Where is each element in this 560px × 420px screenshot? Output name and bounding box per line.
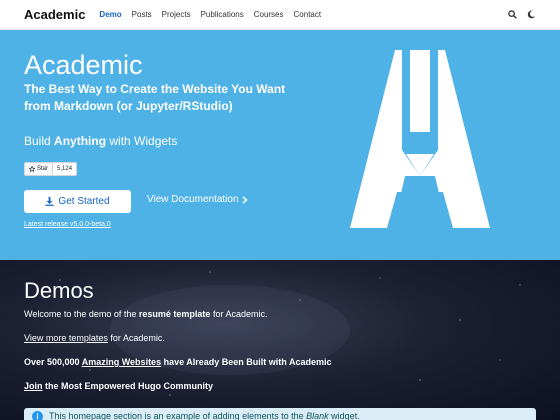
demos-title: Demos bbox=[24, 278, 94, 303]
demos-line-templates: View more templates for Academic. bbox=[24, 333, 165, 343]
nav-link-demo[interactable]: Demo bbox=[99, 10, 121, 19]
view-documentation-link[interactable]: View Documentation bbox=[147, 194, 248, 205]
alert-emphasis: Blank bbox=[306, 411, 329, 420]
join-link[interactable]: Join bbox=[24, 381, 43, 391]
hero-section: Academic The Best Way to Create the Webs… bbox=[0, 30, 560, 260]
github-star-button[interactable]: Star 5,124 bbox=[24, 162, 78, 176]
info-icon: i bbox=[32, 411, 43, 420]
info-alert: i This homepage section is an example of… bbox=[24, 408, 536, 420]
demos-line-welcome: Welcome to the demo of the resumé templa… bbox=[24, 309, 267, 319]
hero-subtitle: Build Anything with Widgets bbox=[24, 134, 177, 148]
websites-prefix: Over 500,000 bbox=[24, 357, 82, 367]
demos-section: Demos Welcome to the demo of the resumé … bbox=[0, 260, 560, 420]
welcome-prefix: Welcome to the demo of the bbox=[24, 309, 139, 319]
navbar: Academic Demo Posts Projects Publication… bbox=[0, 0, 560, 30]
welcome-suffix: for Academic. bbox=[210, 309, 268, 319]
hero-lead: The Best Way to Create the Website You W… bbox=[24, 82, 286, 113]
nav-link-contact[interactable]: Contact bbox=[294, 10, 322, 19]
demos-line-websites: Over 500,000 Amazing Websites have Alrea… bbox=[24, 357, 331, 367]
star-icon bbox=[29, 166, 35, 172]
brand-logo[interactable]: Academic bbox=[24, 7, 85, 22]
alert-prefix: This homepage section is an example of a… bbox=[49, 411, 307, 420]
hero-subtitle-suffix: with Widgets bbox=[106, 134, 178, 148]
github-star-label: Star bbox=[37, 166, 49, 172]
websites-suffix: have Already Been Built with Academic bbox=[161, 357, 332, 367]
chevron-right-icon bbox=[242, 195, 248, 204]
welcome-bold: resumé template bbox=[138, 309, 211, 319]
hero-subtitle-prefix: Build bbox=[24, 134, 55, 148]
download-icon bbox=[45, 197, 54, 206]
get-started-label: Get Started bbox=[58, 196, 110, 207]
hero-subtitle-bold: Anything bbox=[54, 134, 107, 148]
demos-line-community: Join the Most Empowered Hugo Community bbox=[24, 381, 213, 391]
amazing-websites-link[interactable]: Amazing Websites bbox=[82, 357, 161, 367]
nav-link-projects[interactable]: Projects bbox=[162, 10, 191, 19]
community-suffix: the Most Empowered Hugo Community bbox=[42, 381, 214, 391]
github-star-count[interactable]: 5,124 bbox=[53, 162, 78, 176]
alert-text: This homepage section is an example of a… bbox=[49, 411, 360, 420]
view-more-templates-link[interactable]: View more templates bbox=[24, 333, 108, 343]
academic-logo bbox=[350, 50, 490, 228]
nav-link-posts[interactable]: Posts bbox=[132, 10, 152, 19]
nav-links: Demo Posts Projects Publications Courses… bbox=[99, 10, 331, 19]
latest-release-link[interactable]: Latest release v5.0.0-beta.0 bbox=[24, 221, 111, 228]
hero-title: Academic bbox=[24, 50, 143, 80]
search-icon[interactable] bbox=[508, 10, 517, 19]
moon-icon[interactable] bbox=[527, 10, 536, 19]
get-started-button[interactable]: Get Started bbox=[24, 190, 131, 213]
nav-link-publications[interactable]: Publications bbox=[201, 10, 244, 19]
nav-icons bbox=[508, 10, 536, 19]
alert-suffix: widget. bbox=[328, 411, 360, 420]
nav-link-courses[interactable]: Courses bbox=[254, 10, 284, 19]
templates-suffix: for Academic. bbox=[107, 333, 165, 343]
view-documentation-label: View Documentation bbox=[147, 194, 239, 205]
github-star[interactable]: Star bbox=[24, 162, 54, 176]
